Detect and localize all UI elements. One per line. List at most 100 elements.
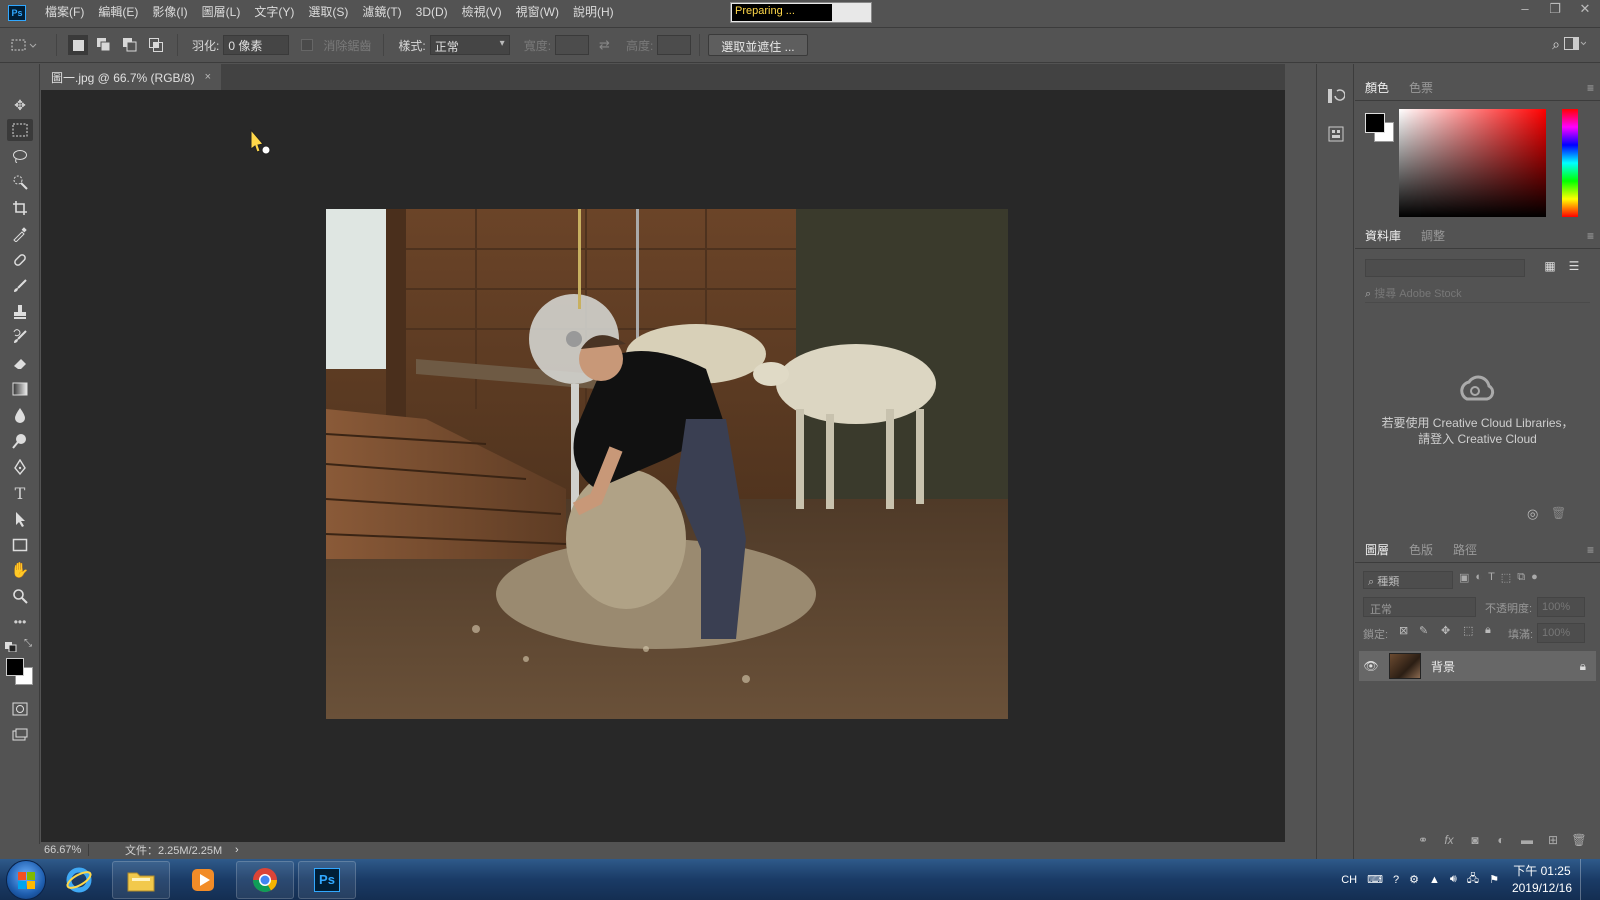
lock-transparent-icon[interactable]: ⊠ bbox=[1399, 624, 1408, 637]
layer-filter-dropdown[interactable]: ⌕ 種類 bbox=[1363, 571, 1453, 589]
intersect-selection-button[interactable] bbox=[146, 35, 166, 55]
type-filter-icon[interactable]: T bbox=[1488, 571, 1495, 584]
width-input[interactable] bbox=[555, 35, 590, 55]
menu-item-1[interactable]: 編輯(E) bbox=[91, 0, 145, 25]
search-icon[interactable]: ⌕ bbox=[1552, 36, 1560, 53]
gradient-tool[interactable] bbox=[7, 378, 33, 400]
layer-lock-icon[interactable]: 🔒︎ bbox=[1580, 659, 1586, 674]
tab-channels[interactable]: 色版 bbox=[1399, 538, 1443, 562]
menu-item-10[interactable]: 說明(H) bbox=[566, 0, 621, 25]
pen-tool[interactable] bbox=[7, 456, 33, 478]
menu-item-0[interactable]: 檔案(F) bbox=[38, 0, 91, 25]
panel-menu-icon[interactable]: ≡ bbox=[1587, 543, 1594, 557]
add-selection-button[interactable] bbox=[94, 35, 114, 55]
document-tab[interactable]: 圖一.jpg @ 66.7% (RGB/8) × bbox=[41, 64, 221, 90]
taskbar-ie[interactable] bbox=[50, 861, 108, 899]
close-button[interactable]: ✕ bbox=[1570, 0, 1600, 20]
restore-button[interactable]: ❐ bbox=[1540, 0, 1570, 20]
start-button[interactable] bbox=[6, 859, 46, 900]
cc-sync-icon[interactable]: ◎ bbox=[1527, 506, 1538, 522]
grid-view-icon[interactable]: ▦ bbox=[1541, 259, 1559, 277]
workspace-switcher[interactable] bbox=[1564, 37, 1587, 54]
show-hidden-icons[interactable]: ▲ bbox=[1429, 874, 1440, 886]
add-mask-icon[interactable]: ◙ bbox=[1462, 833, 1488, 847]
document-image[interactable] bbox=[326, 209, 1008, 719]
filter-toggle-icon[interactable]: ● bbox=[1531, 571, 1538, 584]
panel-menu-icon[interactable]: ≡ bbox=[1587, 81, 1594, 95]
marquee-preset-picker[interactable] bbox=[0, 37, 48, 53]
default-colors-icon[interactable] bbox=[5, 640, 17, 655]
lock-position-icon[interactable]: ✥ bbox=[1441, 624, 1450, 637]
tab-layers[interactable]: 圖層 bbox=[1355, 538, 1400, 562]
menu-item-9[interactable]: 視窗(W) bbox=[509, 0, 566, 25]
tab-swatches[interactable]: 色票 bbox=[1399, 76, 1443, 100]
zoom-level-field[interactable]: 66.67% bbox=[41, 844, 89, 856]
status-menu-arrow[interactable]: › bbox=[229, 844, 239, 856]
menu-item-3[interactable]: 圖層(L) bbox=[195, 0, 248, 25]
panel-menu-icon[interactable]: ≡ bbox=[1587, 229, 1594, 243]
visibility-eye-icon[interactable]: 👁︎ bbox=[1359, 659, 1383, 673]
taskbar-photoshop[interactable]: Ps bbox=[298, 860, 356, 899]
system-clock[interactable]: 下午 01:25 2019/12/16 bbox=[1512, 863, 1572, 897]
height-input[interactable] bbox=[657, 35, 692, 55]
close-tab-icon[interactable]: × bbox=[205, 71, 211, 83]
smart-object-filter-icon[interactable]: ⧉ bbox=[1517, 571, 1525, 584]
style-select[interactable]: 正常 bbox=[429, 35, 510, 55]
tab-adjustments[interactable]: 調整 bbox=[1411, 224, 1455, 248]
menu-item-6[interactable]: 濾鏡(T) bbox=[355, 0, 408, 25]
brush-tool[interactable] bbox=[7, 275, 33, 297]
taskbar-explorer[interactable] bbox=[112, 860, 170, 899]
fill-input[interactable]: 100% bbox=[1537, 623, 1585, 643]
input-language[interactable]: CH bbox=[1341, 874, 1357, 886]
swap-dimensions-icon[interactable]: ⇄ bbox=[599, 37, 610, 53]
help-icon[interactable]: ? bbox=[1393, 874, 1399, 886]
foreground-color-swatch[interactable] bbox=[6, 658, 24, 676]
canvas-area[interactable] bbox=[41, 90, 1285, 842]
lock-image-icon[interactable]: ✎ bbox=[1419, 624, 1428, 637]
layer-style-icon[interactable]: fx bbox=[1436, 833, 1462, 847]
eraser-tool[interactable] bbox=[7, 352, 33, 374]
menu-item-5[interactable]: 選取(S) bbox=[301, 0, 355, 25]
dodge-tool[interactable] bbox=[7, 430, 33, 452]
quick-selection-tool[interactable] bbox=[7, 171, 33, 193]
history-panel-icon[interactable] bbox=[1326, 86, 1346, 106]
minimize-button[interactable]: – bbox=[1510, 0, 1540, 20]
rectangle-tool[interactable] bbox=[7, 534, 33, 556]
taskbar-media-player[interactable] bbox=[174, 861, 232, 899]
tab-libraries[interactable]: 資料庫 bbox=[1355, 224, 1412, 248]
delete-layer-icon[interactable]: 🗑 bbox=[1566, 833, 1592, 847]
properties-panel-icon[interactable] bbox=[1326, 124, 1346, 144]
blur-tool[interactable] bbox=[7, 404, 33, 426]
clone-stamp-tool[interactable] bbox=[7, 301, 33, 323]
type-tool[interactable]: T bbox=[7, 482, 33, 504]
opacity-input[interactable]: 100% bbox=[1537, 597, 1585, 617]
volume-icon[interactable]: 🔊︎ bbox=[1450, 873, 1457, 886]
hue-slider[interactable] bbox=[1562, 109, 1578, 217]
shape-filter-icon[interactable]: ⬚ bbox=[1501, 571, 1511, 584]
keyboard-icon[interactable]: ⌨ bbox=[1367, 873, 1383, 886]
action-center-flag-icon[interactable]: ⚑ bbox=[1489, 873, 1499, 886]
history-brush-tool[interactable] bbox=[7, 326, 33, 348]
new-layer-icon[interactable]: ⊞ bbox=[1540, 833, 1566, 847]
color-spectrum-field[interactable] bbox=[1399, 109, 1546, 217]
ime-icon[interactable]: ⚙ bbox=[1409, 873, 1419, 886]
color-panel-fg-swatch[interactable] bbox=[1365, 113, 1385, 133]
layer-row[interactable]: 👁︎ 背景 🔒︎ bbox=[1359, 651, 1596, 681]
tab-color[interactable]: 顏色 bbox=[1355, 76, 1400, 100]
adjustment-layer-icon[interactable]: ◐ bbox=[1488, 833, 1514, 847]
path-selection-tool[interactable] bbox=[7, 508, 33, 530]
zoom-tool[interactable] bbox=[7, 585, 33, 607]
new-selection-button[interactable] bbox=[68, 35, 88, 55]
edit-toolbar-button[interactable]: ••• bbox=[7, 611, 33, 633]
menu-item-8[interactable]: 檢視(V) bbox=[455, 0, 509, 25]
blend-mode-select[interactable]: 正常 bbox=[1363, 597, 1476, 617]
feather-input[interactable] bbox=[223, 35, 290, 55]
rect-marquee-tool[interactable] bbox=[7, 119, 33, 141]
menu-item-4[interactable]: 文字(Y) bbox=[247, 0, 301, 25]
tab-paths[interactable]: 路徑 bbox=[1443, 538, 1487, 562]
crop-tool[interactable] bbox=[7, 197, 33, 219]
menu-item-7[interactable]: 3D(D) bbox=[409, 0, 455, 25]
show-desktop-button[interactable] bbox=[1580, 859, 1590, 900]
swap-colors-icon[interactable]: ⤡ bbox=[24, 638, 32, 649]
healing-brush-tool[interactable] bbox=[7, 249, 33, 271]
